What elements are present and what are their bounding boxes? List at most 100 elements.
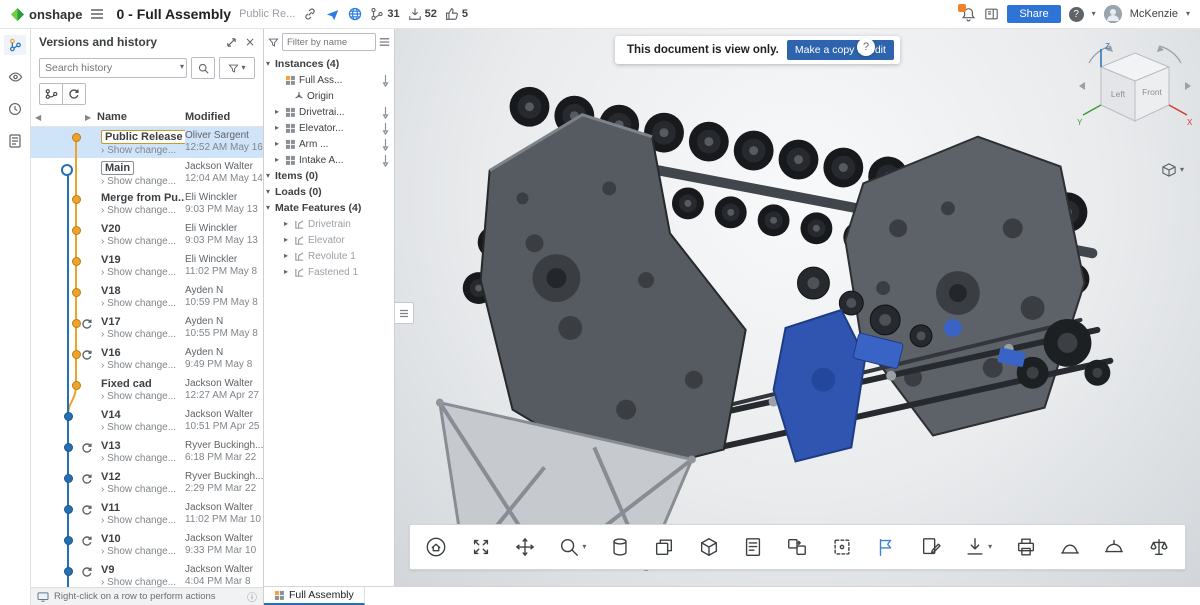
viewport-3d[interactable]: This document is view only. Make a copy …: [395, 29, 1200, 586]
follow-mode-icon[interactable]: [325, 7, 340, 21]
state-pin-icon[interactable]: [382, 106, 392, 119]
zoom-button[interactable]: ▾: [555, 533, 589, 561]
feature-tree-item[interactable]: Intake A...: [264, 152, 394, 168]
feature-tree-item[interactable]: Full Ass...: [264, 72, 394, 88]
show-changes-link[interactable]: Show change...: [101, 204, 183, 217]
feature-tree-item[interactable]: Elevator: [264, 232, 394, 248]
version-row[interactable]: V17 Show change... Ayden N 10:55 PM May …: [31, 313, 263, 344]
version-row[interactable]: V10 Show change... Jackson Walter 9:33 P…: [31, 530, 263, 561]
feature-tree-item[interactable]: Fastened 1: [264, 264, 394, 280]
chevron-right-icon[interactable]: [275, 156, 284, 164]
search-dropdown-caret-icon[interactable]: ▾: [180, 63, 184, 71]
link-icon[interactable]: [303, 7, 317, 21]
feature-tree-item[interactable]: Arm ...: [264, 136, 394, 152]
versions-history-icon[interactable]: [4, 35, 26, 55]
measure-scale-button[interactable]: [1145, 533, 1173, 561]
collapse-left-icon[interactable]: ◀: [31, 113, 81, 122]
notes-icon[interactable]: [4, 131, 26, 151]
chevron-right-icon[interactable]: [284, 268, 293, 276]
version-row[interactable]: V18 Show change... Ayden N 10:59 PM May …: [31, 282, 263, 313]
sheet-edit-button[interactable]: [917, 533, 945, 561]
public-globe-icon[interactable]: [348, 7, 362, 21]
chevron-down-icon[interactable]: [266, 172, 275, 180]
show-changes-link[interactable]: Show change...: [101, 144, 183, 157]
version-row[interactable]: V20 Show change... Eli Winckler 9:03 PM …: [31, 220, 263, 251]
show-changes-link[interactable]: Show change...: [101, 545, 183, 558]
version-row[interactable]: V19 Show change... Eli Winckler 11:02 PM…: [31, 251, 263, 282]
render-dome-button[interactable]: [1100, 533, 1128, 561]
print-button[interactable]: [1012, 533, 1040, 561]
chevron-down-icon[interactable]: [266, 188, 275, 196]
state-pin-icon[interactable]: [382, 138, 392, 151]
appearance-clay-button[interactable]: [1056, 533, 1084, 561]
panel-splitter-handle[interactable]: [395, 302, 414, 324]
banner-help-button[interactable]: ?: [857, 38, 875, 56]
share-button[interactable]: Share: [1007, 5, 1060, 23]
show-changes-link[interactable]: Show change...: [101, 514, 183, 527]
history-icon[interactable]: [4, 99, 26, 119]
help-caret-icon[interactable]: ▾: [1092, 10, 1096, 18]
show-changes-link[interactable]: Show change...: [101, 297, 183, 310]
view-cube[interactable]: Left Front X Y Z: [1075, 37, 1195, 155]
help-button[interactable]: ?: [1069, 7, 1084, 22]
version-row[interactable]: V13 Show change... Ryver Buckingh... 6:1…: [31, 437, 263, 468]
chevron-down-icon[interactable]: [266, 60, 275, 68]
list-view-icon[interactable]: [379, 37, 390, 47]
version-row[interactable]: V9 Show change... Jackson Walter 4:04 PM…: [31, 561, 263, 587]
feature-tree-item[interactable]: Origin: [264, 88, 394, 104]
download-button[interactable]: ▾: [961, 533, 995, 561]
search-button[interactable]: [191, 57, 215, 79]
view-options-button[interactable]: ▾: [1161, 163, 1184, 177]
simulation-flag-button[interactable]: [872, 533, 900, 561]
chevron-down-icon[interactable]: [266, 204, 275, 212]
hamburger-menu-icon[interactable]: [90, 8, 104, 20]
create-branch-button[interactable]: [39, 83, 63, 105]
state-pin-icon[interactable]: [382, 154, 392, 167]
feature-tree-item[interactable]: Revolute 1: [264, 248, 394, 264]
version-row[interactable]: V14 Show change... Jackson Walter 10:51 …: [31, 406, 263, 437]
show-changes-link[interactable]: Show change...: [101, 421, 183, 434]
tab-full-assembly[interactable]: Full Assembly: [264, 587, 365, 605]
filter-button[interactable]: ▾: [219, 57, 255, 79]
revolve-cylinder-button[interactable]: [606, 533, 634, 561]
selection-box-button[interactable]: [828, 533, 856, 561]
state-pin-icon[interactable]: [382, 74, 392, 87]
fit-view-button[interactable]: [422, 533, 450, 561]
make-copy-button[interactable]: Make a copy to edit: [787, 40, 894, 60]
chevron-right-icon[interactable]: [284, 252, 293, 260]
onshape-logo[interactable]: onshape: [10, 7, 82, 22]
chevron-right-icon[interactable]: [275, 108, 284, 116]
drawing-sheets-button[interactable]: [650, 533, 678, 561]
fork-count[interactable]: 31: [370, 7, 399, 21]
expand-rows-icon[interactable]: ▶: [81, 113, 97, 122]
show-changes-link[interactable]: Show change...: [101, 390, 183, 403]
filter-by-name-input[interactable]: [282, 33, 376, 51]
show-changes-link[interactable]: Show change...: [101, 235, 183, 248]
close-panel-icon[interactable]: ×: [245, 35, 255, 49]
activity-panel-icon[interactable]: [984, 7, 999, 21]
feature-tree-item[interactable]: Elevator...: [264, 120, 394, 136]
version-row[interactable]: Merge from Pu... Show change... Eli Winc…: [31, 189, 263, 220]
version-row[interactable]: V16 Show change... Ayden N 9:49 PM May 8: [31, 344, 263, 375]
show-changes-link[interactable]: Show change...: [101, 576, 183, 587]
restore-version-button[interactable]: [63, 83, 86, 105]
user-menu-caret-icon[interactable]: ▾: [1186, 10, 1190, 18]
feature-tree-item[interactable]: Loads (0): [264, 184, 394, 200]
expand-panel-icon[interactable]: [226, 37, 237, 48]
state-pin-icon[interactable]: [382, 122, 392, 135]
bom-table-button[interactable]: [739, 533, 767, 561]
info-icon[interactable]: ⓘ: [247, 589, 257, 604]
show-changes-link[interactable]: Show change...: [101, 452, 183, 465]
search-history-input[interactable]: [39, 58, 187, 78]
version-row[interactable]: Public Release Show change... Oliver Sar…: [31, 127, 263, 158]
exploded-view-button[interactable]: [467, 533, 495, 561]
feature-tree-item[interactable]: Mate Features (4): [264, 200, 394, 216]
version-row[interactable]: V12 Show change... Ryver Buckingh... 2:2…: [31, 468, 263, 499]
export-count[interactable]: 52: [408, 7, 437, 21]
likes-count[interactable]: 5: [445, 7, 468, 21]
show-changes-link[interactable]: Show change...: [101, 483, 183, 496]
chevron-right-icon[interactable]: [284, 236, 293, 244]
move-button[interactable]: [511, 533, 539, 561]
feature-tree-item[interactable]: Drivetrain: [264, 216, 394, 232]
show-changes-link[interactable]: Show change...: [101, 266, 183, 279]
